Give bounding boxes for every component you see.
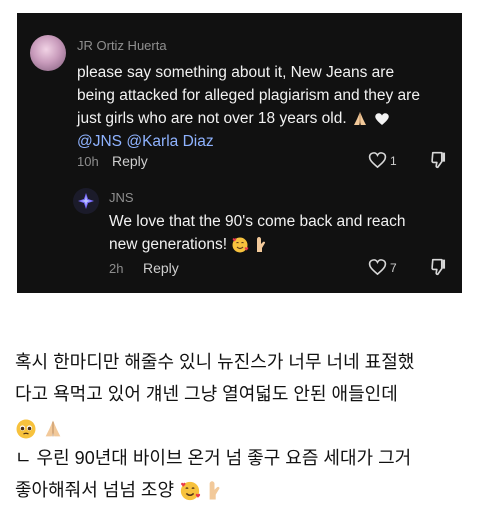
caption-line-2: 다고 욕먹고 있어 걔넨 그냥 열여덟도 안된 애들인데 (15, 384, 398, 404)
comment-mentions: @JNS @Karla Diaz (77, 130, 214, 153)
caption-line-1: 혹시 한마디만 해줄수 있니 뉴진스가 너무 너네 표절했 (15, 352, 415, 372)
comment-line-3-wrap: just girls who are not over 18 years old… (77, 107, 391, 130)
prayer-hands-icon (353, 111, 366, 125)
reply-reply-button[interactable]: Reply (143, 260, 179, 276)
smiling-face-with-hearts-icon (232, 237, 249, 253)
comment-line-2: being attacked for alleged plagiarism an… (77, 87, 420, 104)
comment-reply-button[interactable]: Reply (112, 153, 148, 169)
commenter-avatar[interactable] (30, 35, 66, 71)
reply-author-username[interactable]: JNS (109, 190, 134, 205)
smiling-face-with-hearts-icon (180, 482, 201, 501)
crossed-fingers-icon (256, 236, 265, 252)
caption-line-5-wrap: 좋아해줘서 넘넘 조양 (15, 476, 223, 505)
comment-timestamp: 10h (77, 154, 99, 169)
reply-like-count: 7 (390, 261, 397, 275)
comment-like-count: 1 (390, 154, 397, 168)
caption-emoji-line (15, 414, 64, 443)
comment-line-3: just girls who are not over 18 years old… (77, 110, 347, 127)
jns-logo-icon (78, 193, 94, 209)
comment-screenshot: JR Ortiz Huerta please say something abo… (17, 13, 462, 293)
prayer-hands-icon (45, 420, 61, 437)
comment-line-1: please say something about it, New Jeans… (77, 64, 395, 81)
pleading-face-icon (16, 419, 36, 439)
heart-outline-icon[interactable] (368, 151, 387, 169)
caption-line-5: 좋아해줘서 넘넘 조양 (15, 480, 175, 500)
white-heart-icon (375, 113, 390, 125)
reply-line-2: new generations! (109, 236, 228, 253)
mention-karla-diaz[interactable]: @Karla Diaz (126, 133, 213, 150)
mention-jns[interactable]: @JNS (77, 133, 122, 150)
thumbs-down-icon[interactable] (430, 151, 447, 169)
commenter-username[interactable]: JR Ortiz Huerta (77, 38, 167, 53)
crossed-fingers-icon (209, 481, 220, 500)
thumbs-down-icon[interactable] (430, 258, 447, 276)
reply-line-1: We love that the 90's come back and reac… (109, 213, 406, 230)
caption-line-4: ㄴ 우린 90년대 바이브 온거 넘 좋구 요즘 세대가 그거 (15, 448, 412, 468)
reply-timestamp: 2h (109, 261, 124, 276)
reply-author-avatar[interactable] (73, 188, 99, 214)
reply-line-2-wrap: new generations! (109, 233, 268, 256)
heart-outline-icon[interactable] (368, 258, 387, 276)
